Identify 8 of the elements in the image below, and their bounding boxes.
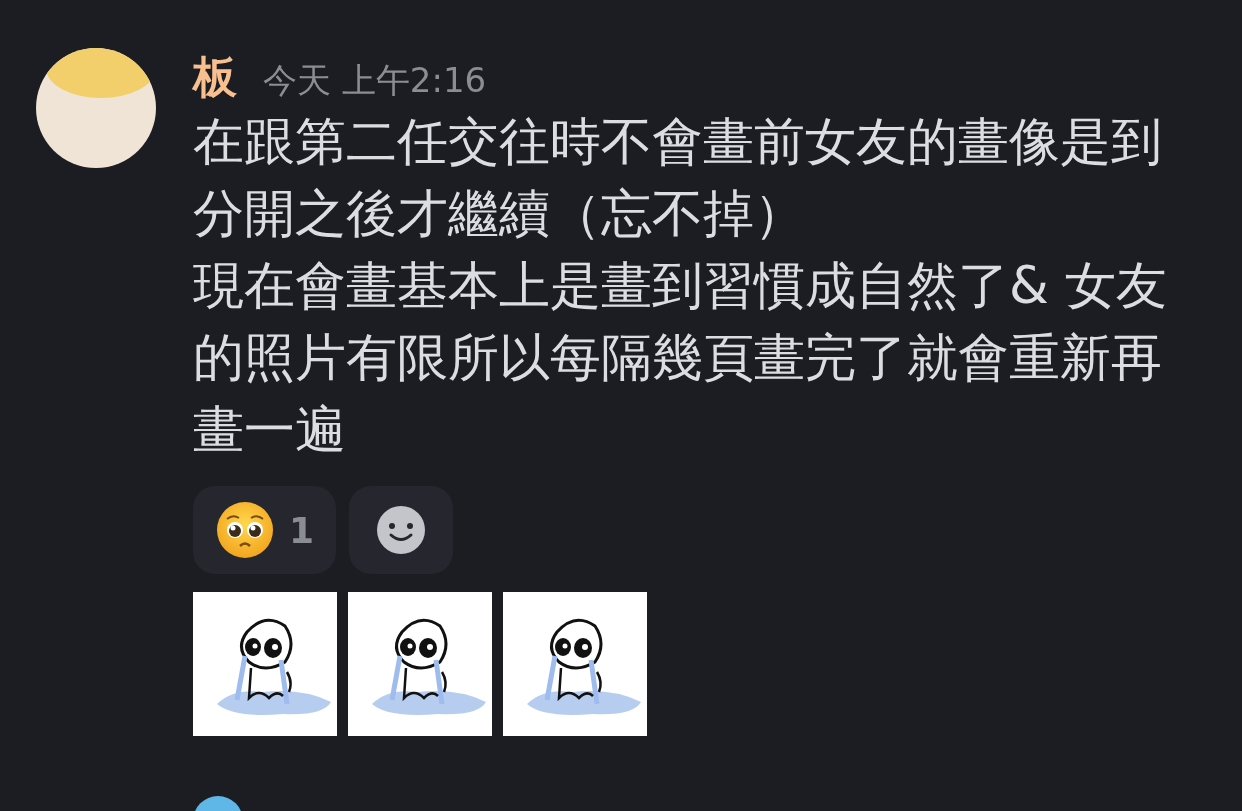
pleading-face-icon <box>215 500 275 560</box>
reaction-button[interactable]: 1 <box>193 486 337 574</box>
message-text: 在跟第二任交往時不會畫前女友的畫像是到分開之後才繼續（忘不掉） <box>193 111 1163 245</box>
add-reaction-button[interactable] <box>349 486 454 574</box>
timestamp: 今天 上午2:16 <box>263 59 487 102</box>
message-text: 現在會畫基本上是畫到習慣成自然了& 女友的照片有限所以每隔幾頁畫完了就會重新再畫一遍 <box>193 255 1168 461</box>
smiley-icon <box>377 506 426 554</box>
author-name[interactable]: 板 <box>193 48 237 107</box>
